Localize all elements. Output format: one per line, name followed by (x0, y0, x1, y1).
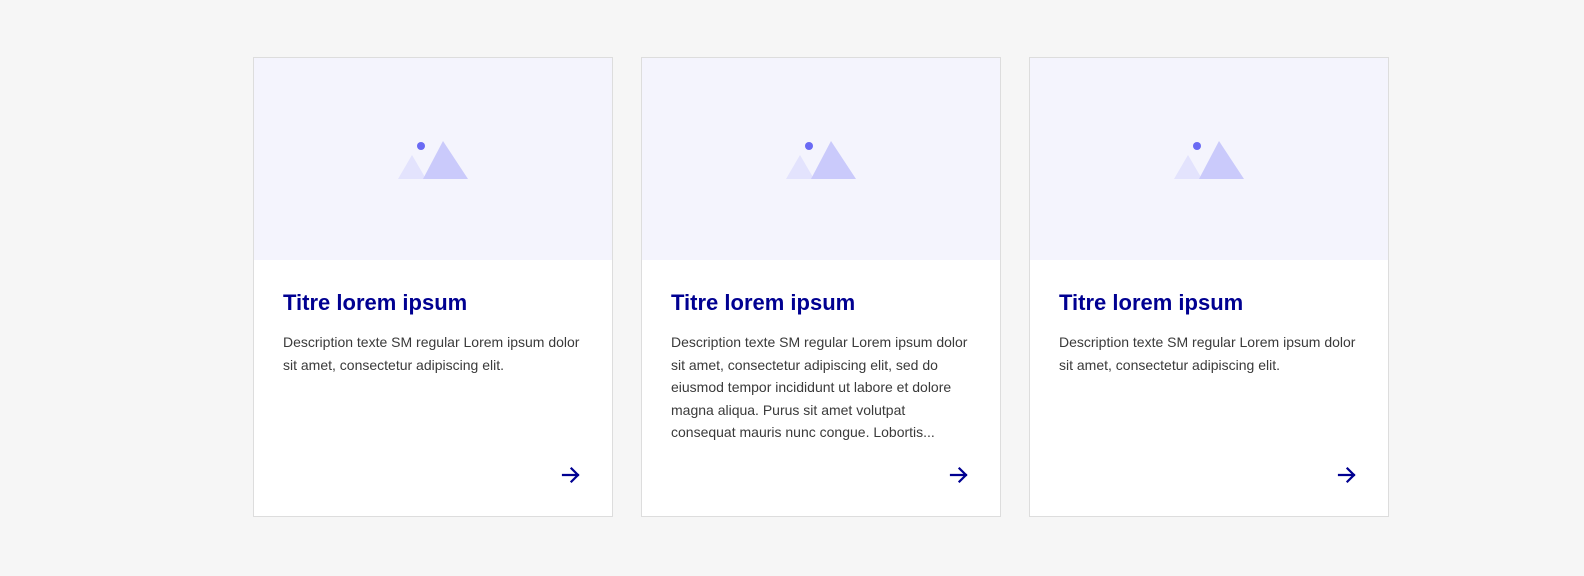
card-body: Titre lorem ipsum Description texte SM r… (642, 260, 1000, 444)
card-description: Description texte SM regular Lorem ipsum… (283, 334, 580, 373)
card-image (642, 58, 1000, 260)
image-placeholder-icon (398, 141, 468, 179)
card[interactable]: Titre lorem ipsum Description texte SM r… (1029, 57, 1389, 517)
card-grid: Titre lorem ipsum Description texte SM r… (253, 57, 1389, 517)
card[interactable]: Titre lorem ipsum Description texte SM r… (641, 57, 1001, 517)
card[interactable]: Titre lorem ipsum Description texte SM r… (253, 57, 613, 517)
arrow-right-icon[interactable] (560, 464, 582, 486)
image-placeholder-icon (1174, 141, 1244, 179)
image-placeholder-icon (786, 141, 856, 179)
card-description: Description texte SM regular Lorem ipsum… (1059, 334, 1356, 373)
card-image (254, 58, 612, 260)
card-body: Titre lorem ipsum Description texte SM r… (254, 260, 612, 376)
card-body: Titre lorem ipsum Description texte SM r… (1030, 260, 1388, 376)
arrow-right-icon[interactable] (1336, 464, 1358, 486)
card-title[interactable]: Titre lorem ipsum (671, 288, 971, 318)
card-title[interactable]: Titre lorem ipsum (283, 288, 583, 318)
arrow-right-icon[interactable] (948, 464, 970, 486)
card-title[interactable]: Titre lorem ipsum (1059, 288, 1359, 318)
card-image (1030, 58, 1388, 260)
card-description: Description texte SM regular Lorem ipsum… (671, 334, 968, 440)
